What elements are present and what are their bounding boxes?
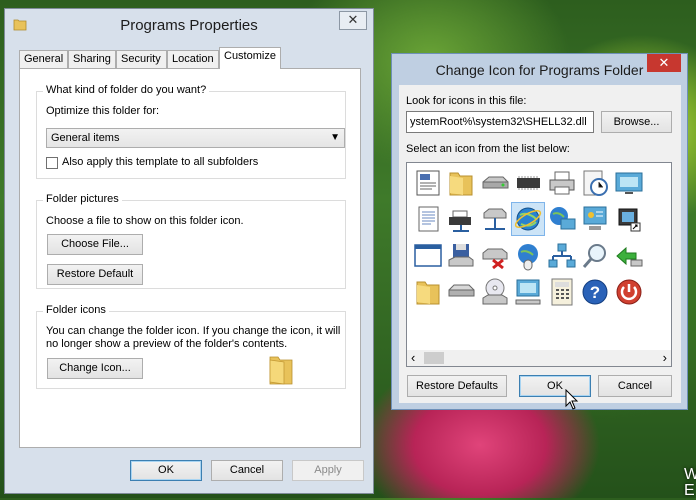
- folder-icons-description-line1: You can change the folder icon. If you c…: [46, 325, 341, 337]
- shortcut-icon[interactable]: [613, 203, 645, 235]
- tab-customize[interactable]: Customize: [219, 47, 281, 69]
- internet-globe-icon[interactable]: [511, 202, 545, 236]
- folder-preview-icon: [269, 356, 293, 385]
- folder-icon[interactable]: [412, 276, 444, 308]
- horizontal-scrollbar[interactable]: ‹ ›: [407, 350, 671, 366]
- tab-security[interactable]: Security: [116, 50, 167, 68]
- group-heading: Folder pictures: [43, 193, 122, 205]
- search-icon[interactable]: [579, 240, 611, 272]
- arrow-icon[interactable]: [613, 240, 645, 272]
- icon-list[interactable]: ? ‹ ›: [406, 162, 672, 367]
- scroll-left-icon[interactable]: ‹: [411, 350, 415, 365]
- change-icon-dialog: Change Icon for Programs Folder ✕ Look f…: [391, 53, 688, 410]
- disk-drive-icon[interactable]: [445, 276, 477, 308]
- monitor-icon[interactable]: [613, 167, 645, 199]
- folder-pictures-group: Folder pictures Choose a file to show on…: [36, 193, 346, 289]
- group-heading: Folder icons: [43, 304, 109, 316]
- programs-properties-window: Programs Properties ✕ General Sharing Se…: [4, 8, 374, 494]
- title-bar[interactable]: Programs Properties ✕: [5, 9, 373, 39]
- change-icon-button[interactable]: Change Icon...: [47, 358, 143, 379]
- optimize-value: General items: [51, 132, 120, 144]
- close-button[interactable]: ✕: [339, 11, 367, 30]
- close-button[interactable]: ✕: [647, 54, 681, 72]
- icon-file-path-input[interactable]: ystemRoot%\system32\SHELL32.dll: [406, 111, 594, 133]
- ok-button[interactable]: OK: [519, 375, 591, 397]
- svg-text:?: ?: [590, 283, 600, 302]
- group-heading: What kind of folder do you want?: [43, 84, 210, 96]
- apply-button[interactable]: Apply: [292, 460, 364, 481]
- printer-icon[interactable]: [546, 167, 578, 199]
- memory-chip-icon[interactable]: [512, 167, 544, 199]
- look-for-label: Look for icons in this file:: [406, 95, 527, 107]
- restore-default-button[interactable]: Restore Default: [47, 264, 143, 285]
- optimize-label: Optimize this folder for:: [46, 105, 160, 117]
- tab-location[interactable]: Location: [167, 50, 219, 68]
- folder-icon[interactable]: [445, 167, 477, 199]
- floppy-disk-icon[interactable]: [445, 240, 477, 272]
- tab-general[interactable]: General: [19, 50, 68, 68]
- folder-icons-group: Folder icons You can change the folder i…: [36, 304, 346, 389]
- window-title: Programs Properties: [120, 17, 258, 34]
- mouse-cursor-icon: [565, 389, 579, 410]
- window-icon[interactable]: [412, 240, 444, 272]
- folder-pictures-description: Choose a file to show on this folder ico…: [46, 215, 244, 227]
- network-drive-icon[interactable]: [479, 203, 511, 235]
- apply-subfolders-checkbox[interactable]: [46, 157, 58, 169]
- control-panel-icon[interactable]: [579, 203, 611, 235]
- dialog-title: Change Icon for Programs Folder: [435, 62, 644, 78]
- cancel-button[interactable]: Cancel: [211, 460, 283, 481]
- text-document-icon[interactable]: [412, 203, 444, 235]
- calculator-icon[interactable]: [546, 276, 578, 308]
- select-icon-label: Select an icon from the list below:: [406, 143, 570, 155]
- choose-file-button[interactable]: Choose File...: [47, 234, 143, 255]
- customize-panel: What kind of folder do you want? Optimiz…: [19, 68, 361, 448]
- folder-type-group: What kind of folder do you want? Optimiz…: [36, 84, 346, 179]
- dialog-client-area: Look for icons in this file: ystemRoot%\…: [399, 85, 681, 403]
- computer-icon[interactable]: [512, 276, 544, 308]
- globe-monitor-icon[interactable]: [546, 203, 578, 235]
- clock-doc-icon[interactable]: [579, 167, 611, 199]
- network-printer-icon[interactable]: [445, 203, 477, 235]
- scroll-right-icon[interactable]: ›: [663, 350, 667, 365]
- apply-subfolders-label[interactable]: Also apply this template to all subfolde…: [62, 156, 258, 168]
- power-icon[interactable]: [613, 276, 645, 308]
- drive-icon[interactable]: [479, 167, 511, 199]
- network-icon[interactable]: [546, 240, 578, 272]
- cancel-button[interactable]: Cancel: [598, 375, 672, 397]
- cd-drive-icon[interactable]: [479, 276, 511, 308]
- scrollbar-thumb[interactable]: [424, 352, 444, 364]
- mouse-globe-icon[interactable]: [512, 240, 544, 272]
- optimize-select[interactable]: General items ▼: [46, 128, 345, 148]
- folder-icons-description-line2: no longer show a preview of the folder's…: [46, 338, 288, 350]
- ok-button[interactable]: OK: [130, 460, 202, 481]
- help-icon[interactable]: ?: [579, 276, 611, 308]
- document-list-icon[interactable]: [412, 167, 444, 199]
- desktop-text: E: [684, 482, 695, 499]
- browse-button[interactable]: Browse...: [601, 111, 672, 133]
- disconnected-drive-icon[interactable]: [479, 240, 511, 272]
- restore-defaults-button[interactable]: Restore Defaults: [407, 375, 507, 397]
- chevron-down-icon: ▼: [330, 132, 340, 143]
- tab-sharing[interactable]: Sharing: [68, 50, 116, 68]
